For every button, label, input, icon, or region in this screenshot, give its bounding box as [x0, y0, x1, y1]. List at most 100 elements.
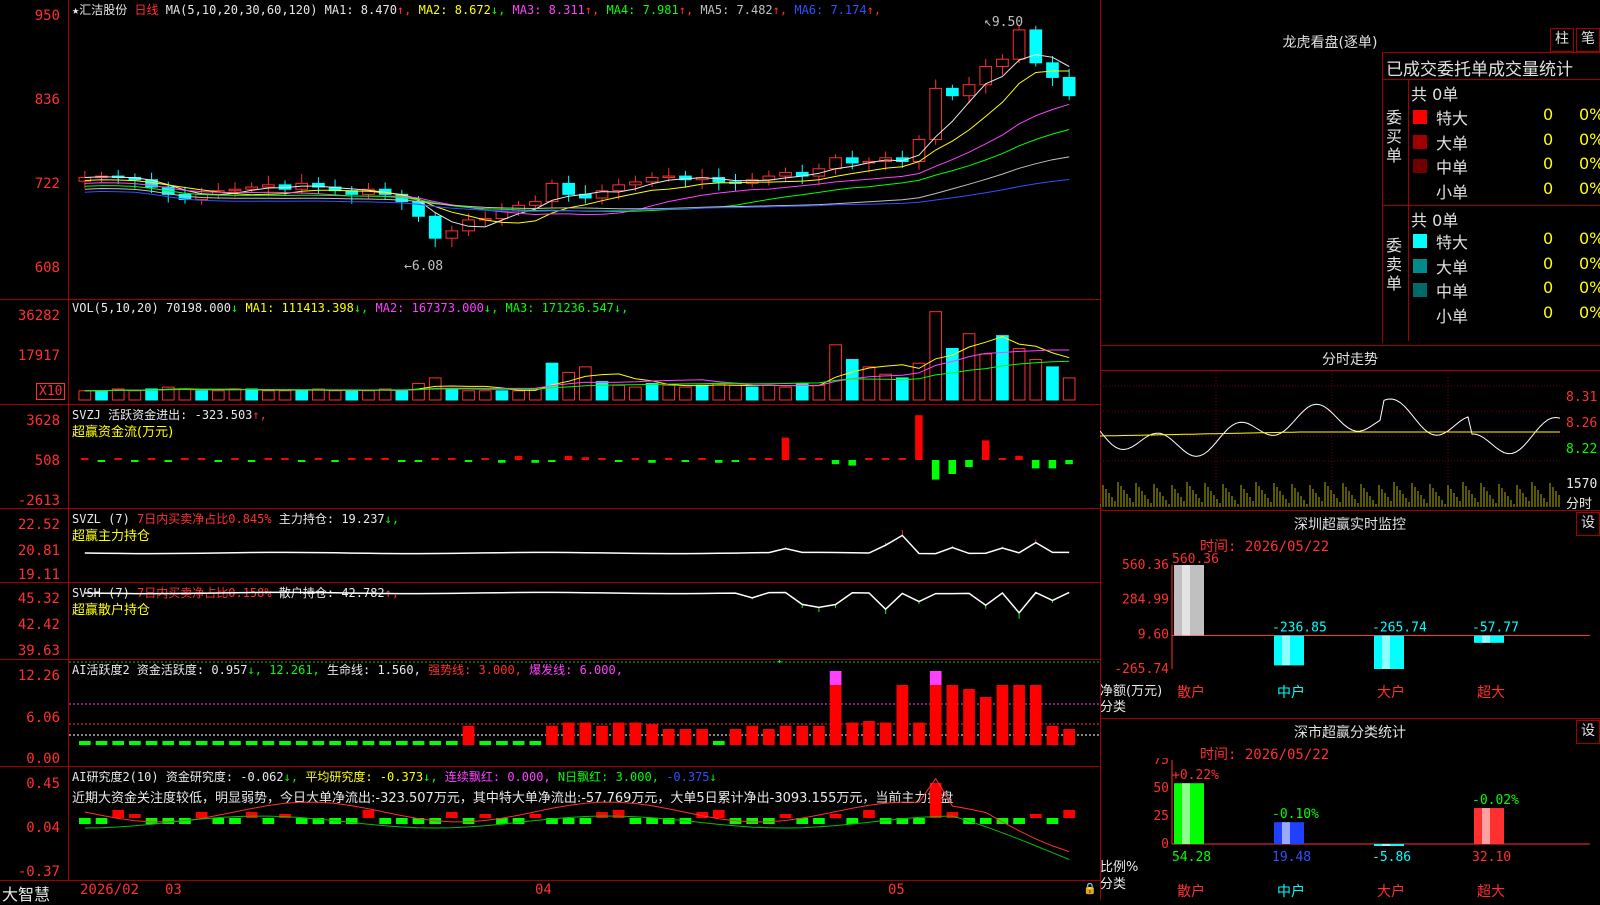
svzj-bar-34 [631, 458, 640, 460]
volume-chart[interactable] [69, 300, 1100, 404]
volume-bar-29 [545, 362, 559, 401]
volume-bar-16 [328, 390, 342, 401]
research-bar-56 [996, 818, 1009, 824]
research-bar-18 [362, 810, 375, 818]
ai-bar-32 [596, 725, 608, 745]
sell-row-pct-2: 0% [1579, 253, 1600, 273]
svzj-bar-18 [364, 458, 373, 460]
candle-body-10 [228, 188, 242, 192]
ai-bar-53 [946, 685, 959, 745]
ai-bar-41 [746, 725, 759, 745]
intraday-price-low: 8.22 [1566, 442, 1598, 457]
research-bar-20 [395, 818, 408, 824]
intraday-chart[interactable] [1100, 371, 1564, 509]
research-bar-57 [1013, 818, 1025, 824]
monitor-bar-chart[interactable]: 560.36 284.99 9.60 -265.74 560.36 散户 -236.85 中户… [1100, 550, 1600, 715]
ai-bar-25 [479, 741, 492, 745]
svzj-bar-4 [131, 460, 139, 462]
ai-bar-13 [279, 741, 291, 745]
longhu-tabs[interactable]: 已成交委托单成交量统计 [1386, 55, 1573, 80]
ai-bar-49 [879, 722, 892, 745]
category-bar-chart[interactable]: 75 50 25 054.28 +0.22% 散户 19.48 -0.10% 中户 -5.86 大户… [1100, 758, 1600, 900]
vol-tick-1: 36282 [17, 308, 60, 324]
price-tick-608: 608 [34, 260, 60, 276]
ai-bar-3 [112, 741, 125, 745]
research-bar-43 [779, 814, 792, 818]
sell-row-count-2: 0 [1543, 253, 1554, 273]
sell-row-pct-1: 0% [1579, 229, 1600, 248]
svzl-chart[interactable] [69, 509, 1100, 582]
ai-bar-37 [679, 729, 692, 745]
candlestick-chart[interactable]: ↖9.50 ←6.08 [69, 0, 1100, 299]
sell-row-count-3: 0 [1543, 278, 1554, 297]
category-value-4: 32.10 [1472, 850, 1511, 865]
research-bar-34 [629, 818, 642, 824]
volume-bar-52 [929, 311, 943, 401]
svzj-bar-55 [981, 440, 990, 460]
candle-body-54 [962, 84, 976, 97]
high-price-label: ↖9.50 [984, 15, 1023, 30]
bar-mode-button[interactable]: 柱 [1550, 28, 1574, 52]
lock-icon[interactable]: 🔒 [1083, 882, 1097, 895]
svsh-chart[interactable] [69, 583, 1100, 659]
svzj-bar-29 [548, 460, 556, 462]
svzj-bar-22 [431, 458, 439, 460]
svsh-tick-2: 42.42 [17, 617, 60, 633]
ai-bar-56 [996, 685, 1009, 745]
svzj-bar-19 [381, 458, 389, 460]
research-bar-28 [529, 814, 542, 818]
candle-body-34 [629, 181, 642, 186]
ai-bar-50 [896, 685, 909, 745]
svzj-bar-41 [748, 458, 756, 460]
ai-bar-7 [179, 741, 191, 745]
svzj-bar-6 [164, 460, 172, 462]
research-bar-5 [145, 818, 158, 824]
svzj-bar-20 [397, 460, 406, 462]
monitor-bar-shine-4 [1482, 635, 1490, 643]
research-bar-39 [712, 810, 725, 818]
svzj-bar-7 [181, 458, 189, 460]
price-tick-722: 722 [34, 176, 60, 192]
intraday-price-high: 8.31 [1566, 390, 1598, 405]
ai-bar-19 [379, 741, 391, 745]
monitor-bar-shine-1 [1182, 565, 1190, 636]
ai-active-tick-3: 0.00 [26, 751, 60, 767]
volume-bar-21 [412, 382, 425, 401]
date-axis-bar[interactable]: 大智慧 2026/02 03 04 05 🔒 [0, 881, 1100, 904]
monitor-top-divider [1100, 510, 1600, 511]
volume-bar-26 [495, 390, 509, 401]
candle-body-12 [262, 184, 275, 188]
ai-research-chart[interactable] [69, 767, 1100, 880]
svsh-tick-1: 45.32 [17, 591, 60, 607]
monitor-category-3: 大户 [1377, 684, 1405, 701]
ai-bar-51 [913, 722, 925, 745]
svzj-bar-24 [464, 460, 473, 462]
candle-body-11 [245, 186, 259, 190]
buy-row-swatch-3 [1413, 159, 1427, 173]
ai-active-chart[interactable]: ↓ [69, 660, 1100, 766]
monitor-settings-button[interactable]: 设 [1576, 512, 1600, 536]
research-bar-1 [79, 818, 91, 824]
buy-row-name-3: 中单 [1436, 158, 1469, 177]
ai-signal-arrow: ↓ [776, 660, 783, 666]
research-bar-11 [245, 812, 258, 818]
research-bar-10 [229, 818, 241, 824]
category-value-2: 19.48 [1272, 850, 1311, 865]
svzj-bar-1 [81, 458, 89, 460]
sell-row-count-4: 0 [1543, 302, 1554, 322]
monitor-ytick-2: 284.99 [1122, 593, 1169, 608]
category-settings-button[interactable]: 设 [1576, 720, 1600, 744]
svzj-chart[interactable] [69, 405, 1100, 508]
svzj-bar-8 [197, 458, 206, 460]
buy-row-pct-3: 0% [1579, 154, 1600, 173]
ai-bar-48 [863, 721, 875, 745]
research-bar-35 [646, 818, 658, 824]
svzl-tick-1: 22.52 [17, 517, 60, 533]
ai-bar-34 [629, 722, 642, 745]
volume-unit-badge[interactable]: X10 [36, 383, 66, 400]
tick-mode-button[interactable]: 笔 [1576, 28, 1600, 52]
ai-bar-28 [529, 741, 542, 745]
svzj-bar-11 [247, 460, 256, 462]
monitor-ytick-1: 560.36 [1122, 558, 1169, 573]
candle-body-35 [645, 177, 659, 183]
